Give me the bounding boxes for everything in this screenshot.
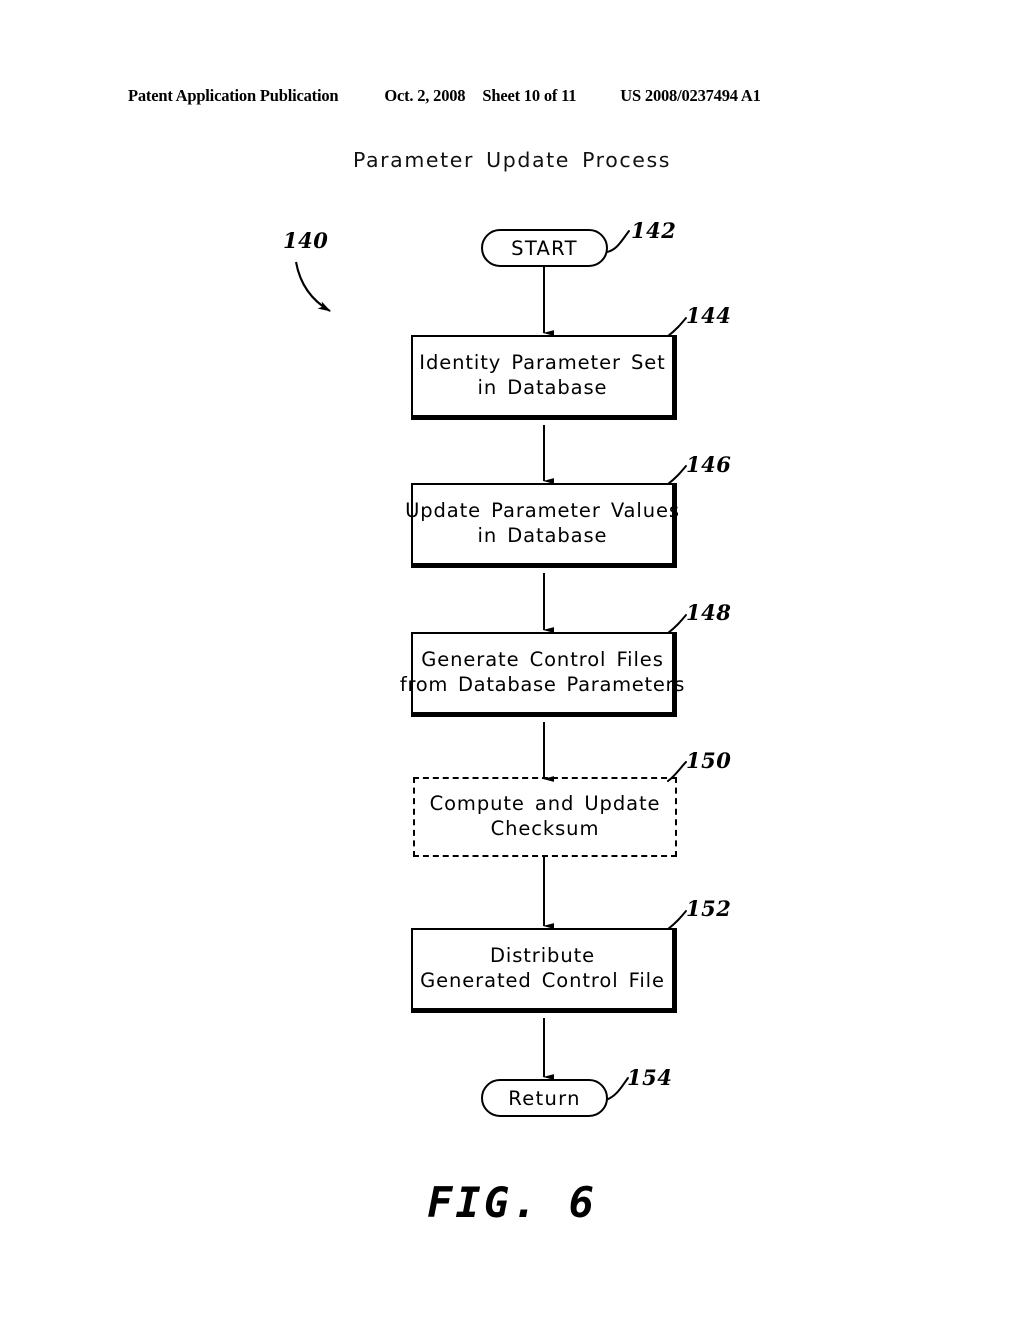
flowchart-node-generate-control-files[interactable]: Generate Control Files from Database Par… <box>400 632 684 717</box>
reference-numeral-150: 150 <box>686 748 732 773</box>
reference-numeral-146: 146 <box>686 452 732 477</box>
flowchart-node-identify-line2: in Database <box>477 376 608 399</box>
flowchart-node-generate-line1: Generate Control Files <box>421 648 664 672</box>
leader-line-142 <box>606 230 630 253</box>
flowchart-node-identify-parameter-set[interactable]: Identity Parameter Set in Database <box>411 335 677 420</box>
reference-numeral-142: 142 <box>631 218 677 243</box>
figure-title: Parameter Update Process <box>352 148 672 172</box>
leader-line-146 <box>667 465 687 485</box>
reference-numeral-140: 140 <box>283 228 329 253</box>
leader-arrow-140 <box>294 261 331 312</box>
flowchart-node-distribute-control-file[interactable]: Distribute Generated Control File <box>411 928 677 1013</box>
reference-numeral-148: 148 <box>686 600 732 625</box>
reference-numeral-154: 154 <box>627 1065 673 1090</box>
flowchart-node-identify-line1: Identity Parameter Set <box>419 351 666 375</box>
flowchart-node-update-parameter-values[interactable]: Update Parameter Values in Database <box>405 483 679 568</box>
flowchart-node-return-label: Return <box>508 1086 581 1110</box>
flowchart-node-return[interactable]: Return <box>481 1079 608 1117</box>
flowchart-node-update-line2: in Database <box>477 524 608 547</box>
flowchart-node-checksum-line2: Checksum <box>490 817 600 840</box>
flowchart-node-distribute-line1: Distribute <box>489 944 596 968</box>
leader-line-148 <box>667 614 687 634</box>
figure-caption: FIG. 6 <box>427 1178 597 1227</box>
flowchart-node-generate-line2: from Database Parameters <box>399 673 686 696</box>
flowchart-node-checksum-line1: Compute and Update <box>429 792 661 816</box>
flowchart-node-start-label: START <box>511 236 578 260</box>
flowchart-node-start[interactable]: START <box>481 229 608 267</box>
flowchart-node-compute-update-checksum[interactable]: Compute and Update Checksum <box>413 777 677 857</box>
leader-line-144 <box>667 317 687 337</box>
leader-line-154 <box>605 1077 629 1101</box>
flowchart-node-update-line1: Update Parameter Values <box>405 499 680 523</box>
reference-numeral-152: 152 <box>686 896 732 921</box>
patent-figure-drawing: Parameter Update Process 140 START 142 I… <box>0 0 1024 1320</box>
leader-line-152 <box>667 910 687 930</box>
flowchart-node-distribute-line2: Generated Control File <box>420 969 665 992</box>
reference-numeral-144: 144 <box>686 303 732 328</box>
